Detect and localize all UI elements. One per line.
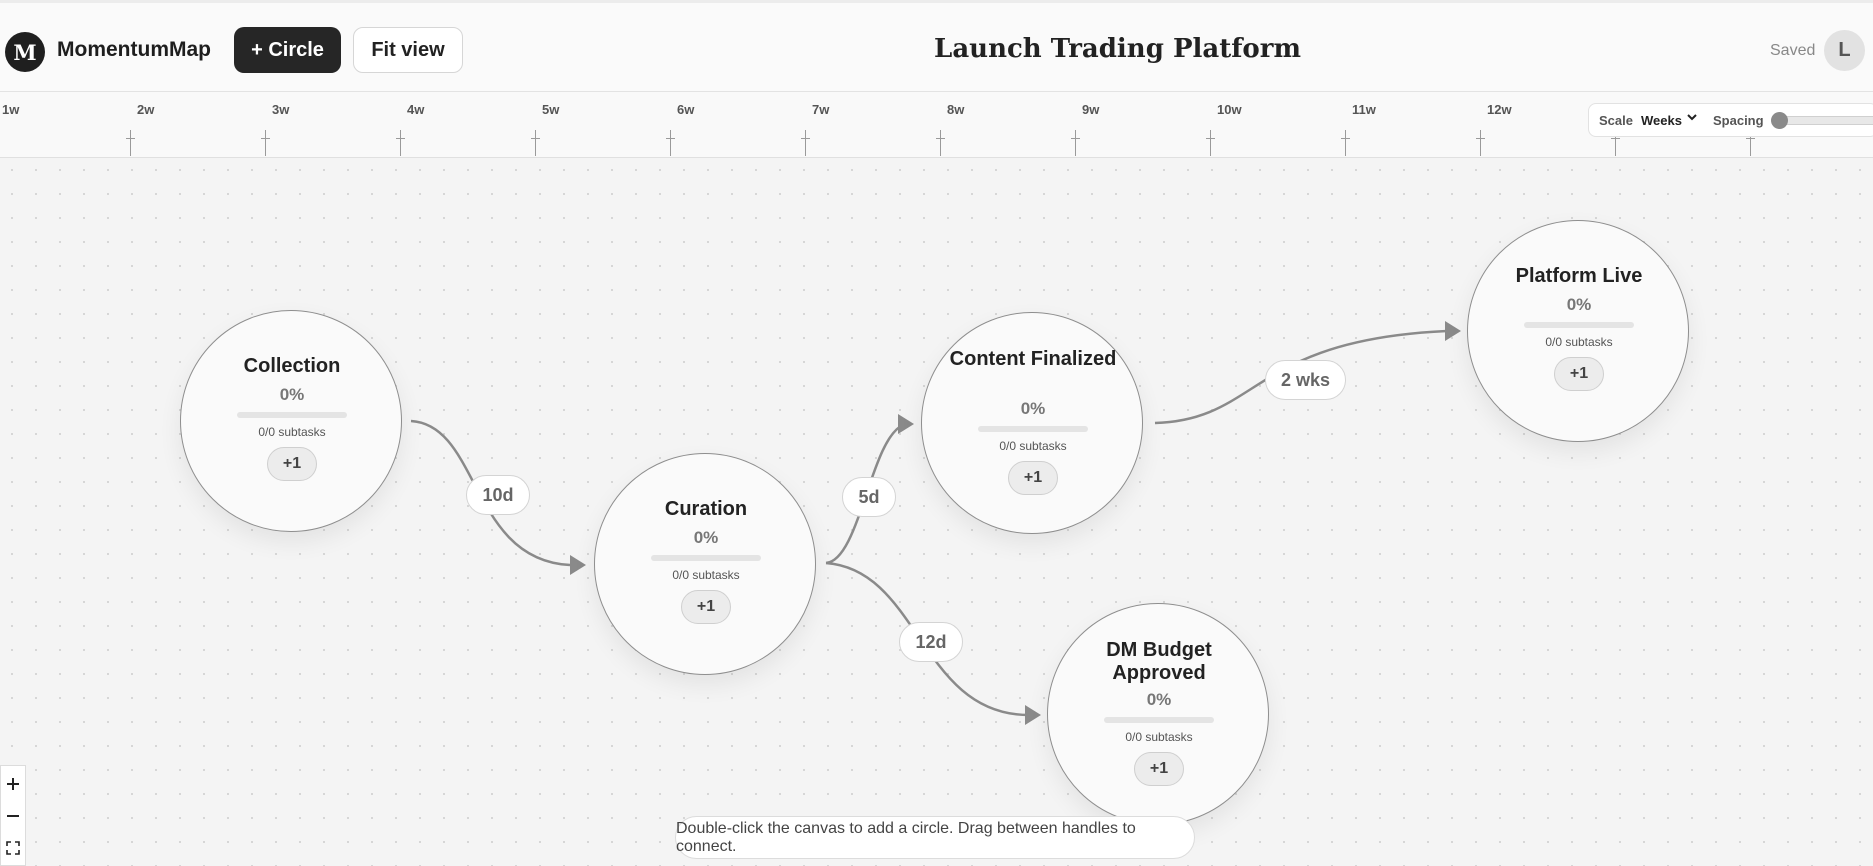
add-subtask-button[interactable]: +1 bbox=[267, 447, 317, 481]
node-progress-bar bbox=[651, 555, 761, 561]
arrow-head bbox=[1445, 321, 1461, 341]
node-subtasks: 0/0 subtasks bbox=[672, 568, 740, 582]
arrow-head bbox=[898, 414, 914, 434]
node-progress-bar bbox=[237, 412, 347, 418]
node-percent: 0% bbox=[1146, 690, 1172, 709]
circle-node-collection[interactable]: Collection 0% 0/0 subtasks +1 bbox=[180, 310, 402, 532]
node-progress-bar bbox=[1104, 717, 1214, 723]
node-progress-bar bbox=[1524, 322, 1634, 328]
canvas-hint: Double-click the canvas to add a circle.… bbox=[675, 816, 1195, 859]
node-percent: 0% bbox=[279, 385, 305, 404]
node-title: Content Finalized bbox=[949, 348, 1117, 370]
edge-label-10d[interactable]: 10d bbox=[466, 475, 530, 515]
add-subtask-button[interactable]: +1 bbox=[681, 590, 731, 624]
node-percent: 0% bbox=[1566, 295, 1592, 314]
circle-node-dm-budget-approved[interactable]: DM Budget Approved 0% 0/0 subtasks +1 bbox=[1047, 603, 1269, 825]
arrow-head bbox=[570, 555, 586, 575]
fullscreen-icon[interactable] bbox=[1, 832, 25, 864]
add-subtask-button[interactable]: +1 bbox=[1008, 461, 1058, 495]
plus-icon[interactable] bbox=[1, 768, 25, 800]
add-subtask-button[interactable]: +1 bbox=[1134, 752, 1184, 786]
node-title: Platform Live bbox=[1515, 265, 1643, 287]
node-percent: 0% bbox=[693, 528, 719, 547]
node-subtasks: 0/0 subtasks bbox=[1125, 730, 1193, 744]
node-subtasks: 0/0 subtasks bbox=[1545, 335, 1613, 349]
node-subtasks: 0/0 subtasks bbox=[258, 425, 326, 439]
edge-label-12d[interactable]: 12d bbox=[899, 622, 963, 662]
circle-node-curation[interactable]: Curation 0% 0/0 subtasks +1 bbox=[594, 453, 816, 675]
node-percent: 0% bbox=[1020, 399, 1046, 418]
node-title: DM Budget Approved bbox=[1106, 639, 1212, 684]
edge-label-2wks[interactable]: 2 wks bbox=[1265, 360, 1346, 400]
node-title: Curation bbox=[664, 498, 748, 520]
zoom-controls bbox=[0, 765, 26, 866]
node-progress-bar bbox=[978, 426, 1088, 432]
node-subtasks: 0/0 subtasks bbox=[999, 439, 1067, 453]
arrow-head bbox=[1025, 705, 1041, 725]
node-title: Collection bbox=[243, 355, 341, 377]
edge-label-5d[interactable]: 5d bbox=[842, 477, 896, 517]
add-subtask-button[interactable]: +1 bbox=[1554, 357, 1604, 391]
circle-node-content-finalized[interactable]: Content Finalized 0% 0/0 subtasks +1 bbox=[921, 312, 1143, 534]
circle-node-platform-live[interactable]: Platform Live 0% 0/0 subtasks +1 bbox=[1467, 220, 1689, 442]
minus-icon[interactable] bbox=[1, 800, 25, 832]
